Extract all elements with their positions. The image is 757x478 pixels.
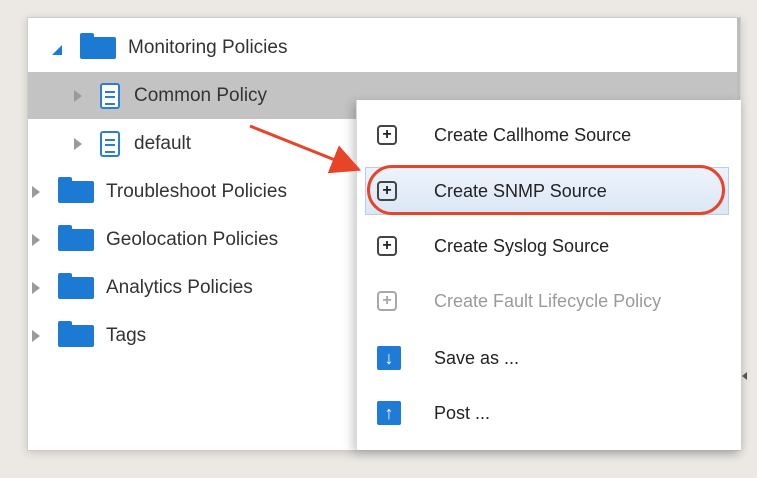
scroll-left-arrow-icon[interactable] <box>742 372 747 380</box>
menu-item-label: Create Fault Lifecycle Policy <box>434 290 662 311</box>
collapse-triangle-icon[interactable] <box>32 281 40 294</box>
menu-item-create-callhome-source[interactable]: + Create Callhome Source <box>357 110 741 160</box>
menu-item-create-fault-lifecycle-policy: + Create Fault Lifecycle Policy <box>357 276 741 326</box>
policy-document-icon <box>100 82 120 109</box>
collapse-triangle-icon[interactable] <box>74 89 82 102</box>
folder-icon <box>58 224 94 251</box>
menu-item-label: Create SNMP Source <box>434 180 607 201</box>
arrow-up-icon: ↑ <box>377 401 401 425</box>
plus-box-icon: + <box>377 291 397 311</box>
folder-icon <box>58 272 94 299</box>
menu-item-post[interactable]: ↑ Post ... <box>357 388 741 438</box>
menu-item-label: Post ... <box>434 402 491 423</box>
menu-item-save-as[interactable]: ↓ Save as ... <box>357 333 741 383</box>
collapse-triangle-icon[interactable] <box>32 329 40 342</box>
plus-box-icon: + <box>377 181 397 201</box>
folder-icon <box>58 176 94 203</box>
arrow-down-icon: ↓ <box>377 346 401 370</box>
collapse-triangle-icon[interactable] <box>32 233 40 246</box>
context-menu: + Create Callhome Source + Create SNMP S… <box>356 100 741 450</box>
menu-item-create-syslog-source[interactable]: + Create Syslog Source <box>357 221 741 271</box>
plus-box-icon: + <box>377 236 397 256</box>
menu-item-label: Save as ... <box>434 347 520 368</box>
tree-item-label: default <box>134 132 192 154</box>
tree-item-label: Geolocation Policies <box>106 228 279 250</box>
menu-item-create-snmp-source[interactable]: + Create SNMP Source <box>365 167 729 215</box>
tree-item-label: Tags <box>106 324 147 346</box>
policy-document-icon <box>100 130 120 157</box>
tree-item-label: Analytics Policies <box>106 276 253 298</box>
collapse-triangle-icon[interactable] <box>32 185 40 198</box>
tree-item-label: Common Policy <box>134 84 268 106</box>
tree-item-label: Monitoring Policies <box>128 36 288 58</box>
expand-triangle-icon[interactable] <box>52 44 62 55</box>
tree-item-label: Troubleshoot Policies <box>106 180 287 202</box>
plus-box-icon: + <box>377 125 397 145</box>
tree-item-monitoring-policies[interactable]: Monitoring Policies <box>28 24 740 71</box>
menu-item-label: Create Callhome Source <box>434 124 632 145</box>
folder-icon <box>58 320 94 347</box>
collapse-triangle-icon[interactable] <box>74 137 82 150</box>
menu-item-label: Create Syslog Source <box>434 235 610 256</box>
folder-icon <box>80 32 116 59</box>
